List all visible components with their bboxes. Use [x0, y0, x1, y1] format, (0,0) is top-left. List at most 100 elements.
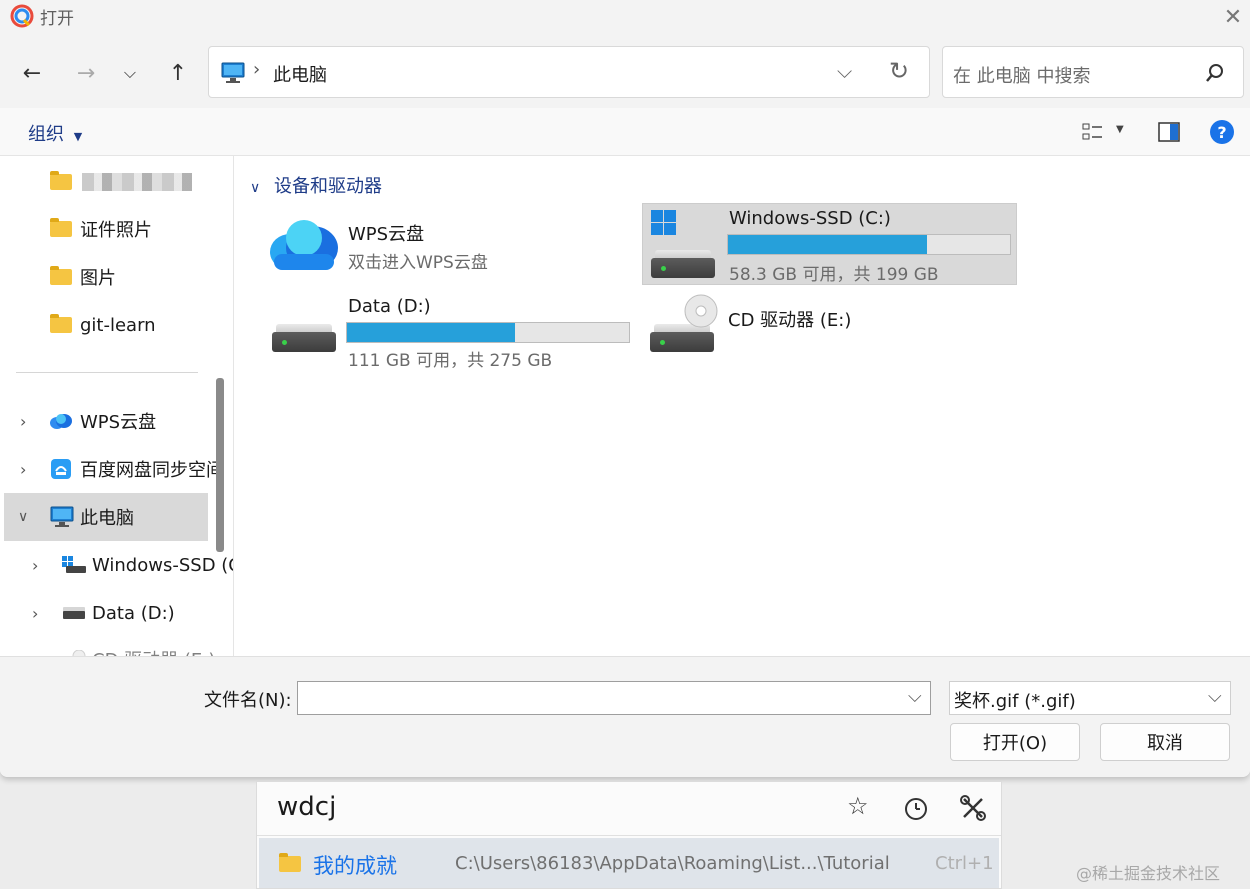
drive-d-tile[interactable]: Data (D:) 111 GB 可用，共 275 GB: [264, 294, 634, 376]
filename-input[interactable]: [304, 686, 894, 710]
app-logo-icon: [10, 4, 34, 28]
sidebar-item-this-pc[interactable]: ∨ 此电脑: [18, 495, 134, 539]
folder-icon: [50, 314, 72, 333]
section-title: 设备和驱动器: [273, 176, 382, 197]
close-button[interactable]: ✕: [1218, 2, 1248, 32]
filename-label: 文件名(N):: [204, 690, 292, 711]
result-shortcut: Ctrl+1: [935, 853, 994, 874]
launcher-query-input[interactable]: wdcj: [277, 792, 336, 822]
breadcrumb-this-pc[interactable]: 此电脑: [273, 61, 327, 87]
sidebar-item-blurred[interactable]: [50, 160, 192, 204]
chevron-down-icon[interactable]: ⌵: [908, 686, 922, 707]
refresh-icon[interactable]: ↻: [889, 57, 909, 85]
sidebar-item-label: 百度网盘同步空间: [80, 460, 224, 481]
organize-menu[interactable]: 组织 ▼: [28, 120, 82, 146]
scrollbar-thumb[interactable]: [216, 378, 224, 552]
search-placeholder: 在 此电脑 中搜索: [953, 66, 1091, 87]
drive-name: Windows-SSD (C:): [729, 208, 891, 229]
folder-icon: [279, 853, 301, 872]
sidebar-item-drive-c[interactable]: › Windows-SSD (C:): [32, 543, 233, 587]
chevron-down-icon: ∨: [250, 180, 261, 196]
content-pane: ∨ 设备和驱动器 WPS云盘 双击进入WPS云盘 Windows-SSD (C:…: [234, 156, 1250, 656]
filetype-select[interactable]: 奖杯.gif (*.gif) ⌵: [949, 681, 1231, 715]
folder-icon: [50, 171, 72, 190]
navigation-pane[interactable]: 证件照片 图片 git-learn › WPS云盘 › 百度网盘同步空间 ∨ 此…: [0, 156, 234, 656]
cancel-button[interactable]: 取消: [1100, 723, 1230, 761]
chevron-right-icon: ›: [20, 411, 27, 431]
preview-pane-icon[interactable]: [1158, 122, 1180, 142]
open-button[interactable]: 打开(O): [950, 723, 1080, 761]
sidebar-item-drive-e[interactable]: › CD 驱动器 (E:): [32, 637, 215, 656]
windows-drive-icon: [651, 242, 715, 278]
command-bar: 组织 ▼ ▼ ?: [0, 108, 1250, 156]
sidebar-item-drive-d[interactable]: › Data (D:): [32, 591, 175, 635]
chevron-right-icon: ›: [20, 459, 27, 479]
computer-icon: [221, 62, 245, 83]
arrow-left-icon: ←: [22, 60, 42, 86]
view-options-button[interactable]: ▼: [1082, 122, 1132, 144]
drive-name: Data (D:): [348, 296, 431, 317]
sidebar-item-git-learn[interactable]: git-learn: [50, 303, 156, 347]
computer-icon: [50, 506, 74, 527]
filename-combobox[interactable]: ⌵: [297, 681, 931, 715]
caret-down-icon: ▼: [1116, 124, 1124, 135]
sidebar-item-id-photos[interactable]: 证件照片: [50, 207, 152, 251]
section-header[interactable]: ∨ 设备和驱动器: [250, 172, 382, 198]
wps-cloud-tile[interactable]: WPS云盘 双击进入WPS云盘: [264, 210, 624, 282]
launcher-result-row[interactable]: 我的成就 C:\Users\86183\AppData\Roaming\List…: [259, 838, 999, 888]
watermark-text: @稀土掘金技术社区: [1076, 864, 1221, 883]
sidebar-item-label: 证件照片: [80, 220, 152, 241]
folder-icon: [50, 218, 72, 237]
drive-e-tile[interactable]: CD 驱动器 (E:): [644, 294, 944, 354]
drive-d-usage-bar: [346, 322, 630, 343]
sidebar-item-label: Data (D:): [92, 602, 175, 624]
windows-logo-icon: [651, 210, 676, 235]
view-list-icon: [1082, 123, 1102, 140]
drive-c-tile[interactable]: Windows-SSD (C:) 58.3 GB 可用，共 199 GB: [642, 203, 1017, 285]
usage-fill: [728, 235, 928, 254]
help-icon[interactable]: ?: [1210, 120, 1234, 144]
address-history-dropdown[interactable]: ⌵: [837, 59, 852, 83]
chevron-right-icon: ›: [32, 555, 39, 575]
drive-name: WPS云盘: [348, 224, 425, 245]
sidebar-item-wps-cloud[interactable]: › WPS云盘: [20, 399, 156, 443]
arrow-up-icon: ↑: [168, 60, 188, 86]
drive-capacity: 111 GB 可用，共 275 GB: [348, 351, 553, 371]
drive-icon: [63, 607, 85, 619]
cd-disc-icon: [684, 294, 718, 328]
chevron-down-icon: ⌵: [123, 63, 137, 82]
breadcrumb-separator-icon: ›: [253, 59, 261, 80]
organize-label: 组织: [28, 124, 64, 145]
sidebar-item-label: 此电脑: [80, 508, 134, 529]
back-button[interactable]: ←: [14, 55, 50, 91]
recent-locations-button[interactable]: ⌵: [112, 55, 148, 91]
sidebar-item-label: 图片: [80, 268, 116, 289]
tools-icon[interactable]: [959, 794, 987, 822]
sidebar-item-label: WPS云盘: [80, 412, 157, 433]
drive-capacity: 58.3 GB 可用，共 199 GB: [729, 265, 939, 285]
sidebar-item-label: Windows-SSD (C:): [92, 554, 233, 576]
windows-drive-icon: [62, 556, 86, 573]
launcher-popup: wdcj ☆ 我的成就 C:\Users\86183\AppData\Roami…: [256, 781, 1002, 889]
folder-icon: [50, 266, 72, 285]
search-box[interactable]: 在 此电脑 中搜索: [942, 46, 1244, 98]
drive-icon: [272, 316, 336, 352]
sidebar-item-label: git-learn: [80, 314, 156, 336]
title-bar: 打开 ✕: [0, 0, 1250, 34]
star-icon[interactable]: ☆: [847, 792, 869, 820]
search-icon[interactable]: [1205, 63, 1225, 83]
launcher-search-row: wdcj ☆: [257, 782, 1001, 836]
baidu-netdisk-icon: [51, 459, 71, 479]
address-bar[interactable]: › 此电脑 ⌵ ↻: [208, 46, 930, 98]
sidebar-item-baidu-sync[interactable]: › 百度网盘同步空间: [20, 447, 224, 491]
clock-icon[interactable]: [903, 796, 929, 822]
drive-subtitle: 双击进入WPS云盘: [348, 253, 488, 273]
sidebar-item-pictures[interactable]: 图片: [50, 255, 116, 299]
file-name-area: 文件名(N): ⌵ 奖杯.gif (*.gif) ⌵ 打开(O) 取消: [0, 656, 1250, 777]
up-button[interactable]: ↑: [160, 55, 196, 91]
close-icon: ✕: [1223, 4, 1243, 30]
drive-name: CD 驱动器 (E:): [728, 310, 852, 331]
pane-divider: [16, 372, 198, 373]
chevron-down-icon: ∨: [18, 509, 29, 525]
forward-button[interactable]: →: [68, 55, 104, 91]
